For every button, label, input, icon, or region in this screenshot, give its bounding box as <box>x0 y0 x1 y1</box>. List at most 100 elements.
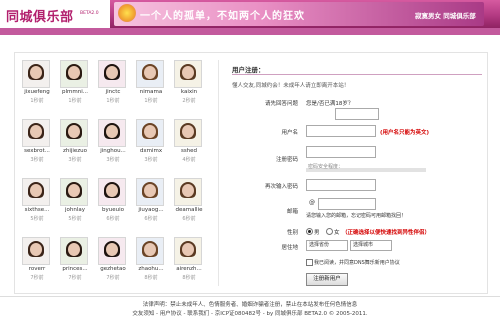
gender-male-radio[interactable] <box>306 228 313 235</box>
avatar[interactable] <box>136 119 164 147</box>
member-card[interactable]: deamallie 6秒前 <box>170 178 206 224</box>
member-card[interactable]: sexbrot... 3秒前 <box>18 119 54 165</box>
version-badge: BETA2.0 <box>80 11 99 16</box>
footer-links[interactable]: 交友须知 - 用户协议 - 联系我们 - 京ICP证080482号 - by 同… <box>0 309 500 317</box>
member-name[interactable]: byueuio <box>94 207 132 213</box>
member-card[interactable]: jiuyaog... 6秒前 <box>132 178 168 224</box>
member-name[interactable]: sexbrot... <box>18 148 56 154</box>
avatar[interactable] <box>60 60 88 88</box>
column-divider <box>218 60 219 286</box>
avatar-face <box>144 66 156 79</box>
province-select[interactable]: 选择省份 <box>306 240 348 251</box>
avatar-face <box>30 243 42 256</box>
gender-female-radio[interactable] <box>326 228 333 235</box>
member-name[interactable]: zhaohu... <box>132 266 170 272</box>
member-name[interactable]: jiuyaog... <box>132 207 170 213</box>
avatar[interactable] <box>22 178 50 206</box>
city-select[interactable]: 选择城市 <box>350 240 392 251</box>
gender-label: 性别 <box>286 230 298 236</box>
avatar-face <box>68 66 80 79</box>
member-card[interactable]: jinghou... 3秒前 <box>94 119 130 165</box>
member-card[interactable]: johnlay 5秒前 <box>56 178 92 224</box>
confirm-password-input[interactable] <box>306 179 376 191</box>
agree-text[interactable]: 我已阅读，并同意DNS舞乐新用户协议 <box>314 259 400 266</box>
avatar[interactable] <box>174 60 202 88</box>
member-card[interactable]: airenzh... 8秒前 <box>170 237 206 283</box>
avatar[interactable] <box>136 237 164 265</box>
avatar[interactable] <box>98 237 126 265</box>
avatar[interactable] <box>22 119 50 147</box>
avatar[interactable] <box>98 60 126 88</box>
avatar[interactable] <box>174 178 202 206</box>
member-card[interactable]: nimama 1秒前 <box>132 60 168 106</box>
password-input[interactable] <box>306 146 376 158</box>
member-name[interactable]: princes... <box>56 266 94 272</box>
email-input[interactable] <box>318 198 376 210</box>
avatar[interactable] <box>60 119 88 147</box>
member-name[interactable]: jinctc <box>94 89 132 95</box>
member-name[interactable]: deamallie <box>170 207 208 213</box>
member-name[interactable]: plmmni... <box>56 89 94 95</box>
member-name[interactable]: roverr <box>18 266 56 272</box>
avatar[interactable] <box>136 178 164 206</box>
avatar[interactable] <box>98 178 126 206</box>
member-time: 1秒前 <box>144 98 158 104</box>
member-card[interactable]: jixuefeng 1秒前 <box>18 60 54 106</box>
age-answer-input[interactable] <box>335 108 379 120</box>
member-name[interactable]: jinghou... <box>94 148 132 154</box>
agree-checkbox[interactable] <box>306 259 313 266</box>
avatar[interactable] <box>174 237 202 265</box>
member-name[interactable]: jixuefeng <box>18 89 56 95</box>
avatar-face <box>68 125 80 138</box>
member-name[interactable]: airenzh... <box>170 266 208 272</box>
avatar-face <box>106 184 118 197</box>
logo-area[interactable]: 同城俱乐部 BETA2.0 <box>0 0 110 28</box>
avatar[interactable] <box>174 119 202 147</box>
member-card[interactable]: zhaohu... 8秒前 <box>132 237 168 283</box>
avatar[interactable] <box>98 119 126 147</box>
member-name[interactable]: zhijiezuo <box>56 148 94 154</box>
banner-tagline: 寂寞男女 同城俱乐部 <box>415 12 476 20</box>
member-card[interactable]: princes... 7秒前 <box>56 237 92 283</box>
member-time: 8秒前 <box>182 275 196 281</box>
member-card[interactable]: plmmni... 1秒前 <box>56 60 92 106</box>
member-card[interactable]: zhijiezuo 3秒前 <box>56 119 92 165</box>
confirm-password-label: 再次输入密码 <box>264 184 298 190</box>
member-time: 8秒前 <box>144 275 158 281</box>
member-card[interactable]: kaixin 2秒前 <box>170 60 206 106</box>
member-time: 6秒前 <box>182 216 196 222</box>
avatar[interactable] <box>22 237 50 265</box>
username-input[interactable] <box>306 125 376 137</box>
site-logo[interactable]: 同城俱乐部 <box>6 6 74 25</box>
member-name[interactable]: nimama <box>132 89 170 95</box>
register-submit-button[interactable]: 注册新用户 <box>306 273 348 286</box>
member-card[interactable]: jinctc 1秒前 <box>94 60 130 106</box>
member-card[interactable]: roverr 7秒前 <box>18 237 54 283</box>
avatar[interactable] <box>136 60 164 88</box>
age-label: 请先回答问题 <box>264 101 298 107</box>
member-card[interactable]: sshed 4秒前 <box>170 119 206 165</box>
member-name[interactable]: johnlay <box>56 207 94 213</box>
avatar[interactable] <box>60 237 88 265</box>
avatar[interactable] <box>60 178 88 206</box>
email-at-symbol: @ <box>309 199 315 206</box>
register-title-underline <box>232 74 482 75</box>
member-card[interactable]: dxmimx 3秒前 <box>132 119 168 165</box>
member-name[interactable]: sshed <box>170 148 208 154</box>
avatar-face <box>106 125 118 138</box>
member-name[interactable]: kaixin <box>170 89 208 95</box>
member-name[interactable]: sixthse... <box>18 207 56 213</box>
member-time: 3秒前 <box>106 157 120 163</box>
avatar-face <box>106 243 118 256</box>
avatar-face <box>144 184 156 197</box>
member-card[interactable]: sixthse... 5秒前 <box>18 178 54 224</box>
member-name[interactable]: dxmimx <box>132 148 170 154</box>
avatar[interactable] <box>22 60 50 88</box>
member-card[interactable]: byueuio 6秒前 <box>94 178 130 224</box>
avatar-face <box>182 125 194 138</box>
member-name[interactable]: gezhetao <box>94 266 132 272</box>
avatar-face <box>144 125 156 138</box>
member-time: 6秒前 <box>106 216 120 222</box>
member-time: 5秒前 <box>68 216 82 222</box>
member-card[interactable]: gezhetao 7秒前 <box>94 237 130 283</box>
